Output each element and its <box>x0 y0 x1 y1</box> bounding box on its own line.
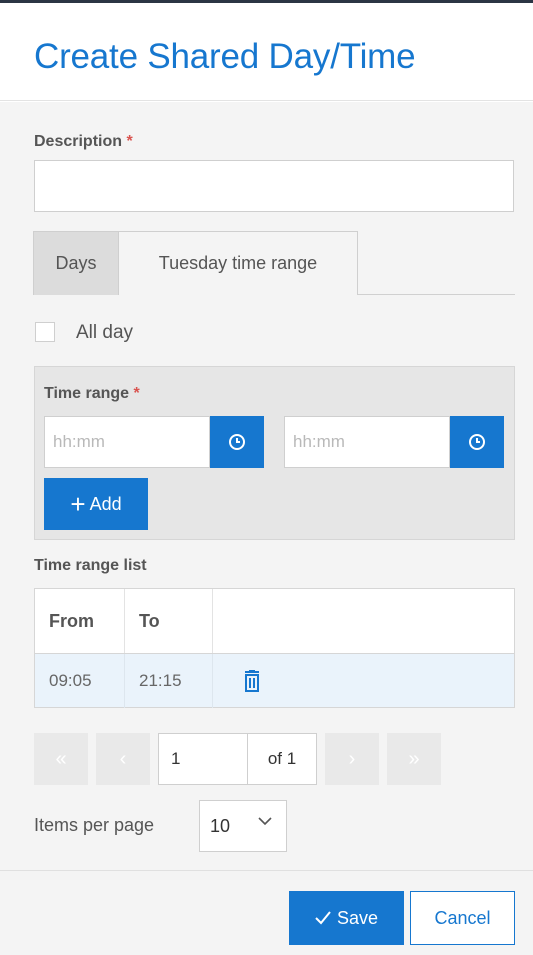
checkmark-icon <box>315 911 331 925</box>
add-time-range-button[interactable]: + Add <box>44 478 148 530</box>
time-range-list-label: Time range list <box>34 557 147 574</box>
save-button[interactable]: Save <box>289 891 404 945</box>
clock-icon <box>229 434 245 450</box>
cell-from: 09:05 <box>35 654 125 708</box>
page-number-input[interactable] <box>158 733 248 785</box>
cell-actions <box>213 654 514 708</box>
tab-days[interactable]: Days <box>33 231 119 295</box>
required-mark: * <box>133 385 140 402</box>
time-range-table: From To 09:05 21:15 <box>34 588 515 708</box>
column-header-from[interactable]: From <box>35 589 125 653</box>
dialog-header: Create Shared Day/Time <box>0 3 533 101</box>
cell-to: 21:15 <box>125 654 213 708</box>
from-time-picker-button[interactable] <box>210 416 264 468</box>
time-range-label: Time range * <box>44 385 140 402</box>
column-header-actions <box>213 589 515 653</box>
table-row[interactable]: 09:05 21:15 <box>35 653 514 708</box>
clock-icon <box>469 434 485 450</box>
chevron-left-icon: ‹ <box>119 747 127 770</box>
description-input[interactable] <box>34 160 514 212</box>
items-per-page-label: Items per page <box>34 815 155 835</box>
column-header-to[interactable]: To <box>125 589 213 653</box>
add-button-label: Add <box>89 493 122 514</box>
all-day-label: All day <box>76 322 134 343</box>
next-page-button[interactable]: › <box>325 733 379 785</box>
required-mark: * <box>126 133 133 150</box>
chevron-down-icon <box>258 817 272 826</box>
double-chevron-right-icon: » <box>408 747 420 770</box>
tab-tuesday-time-range[interactable]: Tuesday time range <box>118 231 358 295</box>
chevron-right-icon: › <box>348 747 356 770</box>
to-time-picker-button[interactable] <box>450 416 504 468</box>
to-time-input[interactable] <box>284 416 450 468</box>
page-count-label: of 1 <box>247 733 317 785</box>
tabs-divider <box>357 294 515 295</box>
description-label: Description * <box>34 133 133 150</box>
previous-page-button[interactable]: ‹ <box>96 733 150 785</box>
save-button-label: Save <box>336 907 379 928</box>
last-page-button[interactable]: » <box>387 733 441 785</box>
cancel-button[interactable]: Cancel <box>410 891 515 945</box>
all-day-checkbox[interactable] <box>35 322 55 342</box>
dialog-title: Create Shared Day/Time <box>34 37 416 76</box>
first-page-button[interactable]: « <box>34 733 88 785</box>
trash-icon[interactable] <box>243 670 261 692</box>
items-per-page-value: 10 <box>210 815 231 836</box>
plus-icon: + <box>70 489 86 519</box>
from-time-input[interactable] <box>44 416 210 468</box>
items-per-page-select[interactable]: 10 <box>199 800 287 852</box>
double-chevron-left-icon: « <box>55 747 67 770</box>
